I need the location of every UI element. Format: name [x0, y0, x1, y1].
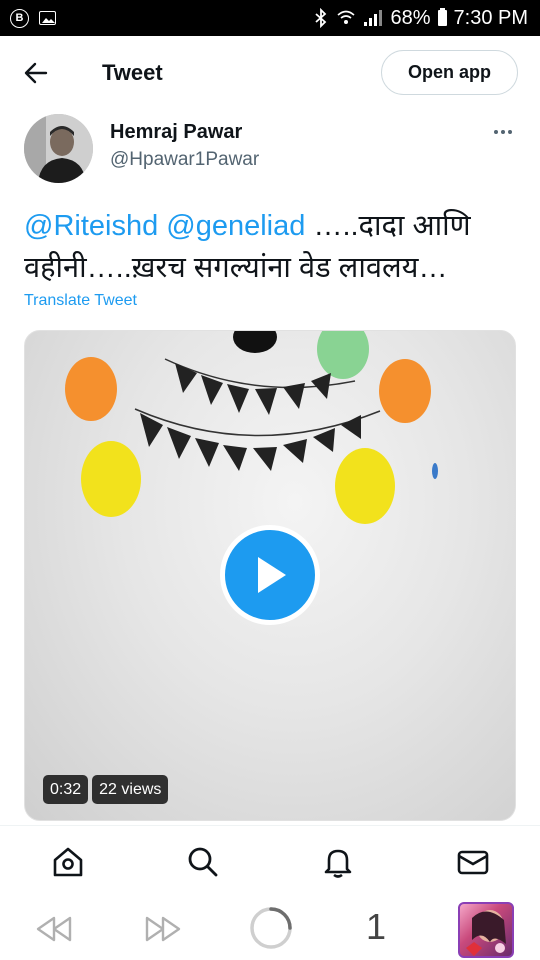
- more-options-button[interactable]: [488, 122, 518, 142]
- author-name[interactable]: Hemraj Pawar: [110, 121, 242, 144]
- b-app-icon: B: [10, 8, 29, 28]
- play-icon: [258, 557, 286, 593]
- loading-spinner[interactable]: [249, 906, 293, 950]
- wifi-icon: [337, 10, 356, 24]
- back-button[interactable]: [22, 60, 52, 86]
- tab-count[interactable]: 1: [366, 906, 386, 948]
- page-title: Tweet: [102, 60, 163, 85]
- battery-percent: 68%: [390, 6, 431, 29]
- more-dot: [508, 130, 512, 134]
- status-bar: B 68% 7:30 PM: [0, 0, 540, 36]
- home-icon: [53, 847, 82, 877]
- more-dot: [501, 130, 505, 134]
- fast-forward-icon: [145, 916, 181, 942]
- gallery-icon: [39, 11, 56, 25]
- mention-link[interactable]: @geneliad: [166, 210, 305, 242]
- video-player[interactable]: 0:32 22 views: [24, 330, 516, 821]
- nav-search[interactable]: [135, 826, 270, 898]
- mention-link[interactable]: @Riteishd: [24, 210, 158, 242]
- arrow-left-icon: [24, 62, 48, 84]
- view-count: 22 views: [92, 775, 169, 804]
- rewind-icon: [36, 916, 72, 942]
- search-icon: [188, 847, 217, 877]
- tweet-text: @Riteishd @geneliad …..दादा आणि वहीनी…..…: [24, 205, 520, 289]
- spinner-icon: [250, 907, 292, 949]
- tweet-header: Tweet Open app: [0, 36, 540, 110]
- battery-icon: [437, 8, 447, 26]
- profile-thumbnail[interactable]: [458, 902, 514, 958]
- browser-forward-button[interactable]: [143, 914, 183, 949]
- bottom-nav: [0, 826, 540, 898]
- avatar[interactable]: [24, 114, 93, 183]
- nav-messages[interactable]: [405, 826, 540, 898]
- author-handle[interactable]: @Hpawar1Pawar: [110, 149, 259, 171]
- bluetooth-icon: [315, 8, 327, 28]
- open-app-button[interactable]: Open app: [381, 50, 518, 95]
- clock: 7:30 PM: [453, 6, 528, 29]
- nav-notifications[interactable]: [270, 826, 405, 898]
- more-dots-icon: [494, 130, 498, 134]
- play-button[interactable]: [220, 525, 320, 625]
- translate-tweet-link[interactable]: Translate Tweet: [24, 292, 137, 310]
- nav-home[interactable]: [0, 826, 135, 898]
- bell-icon: [324, 849, 351, 878]
- mail-icon: [457, 850, 488, 875]
- browser-back-button[interactable]: [34, 914, 74, 949]
- video-duration: 0:32: [43, 775, 89, 804]
- signal-icon: [364, 10, 383, 26]
